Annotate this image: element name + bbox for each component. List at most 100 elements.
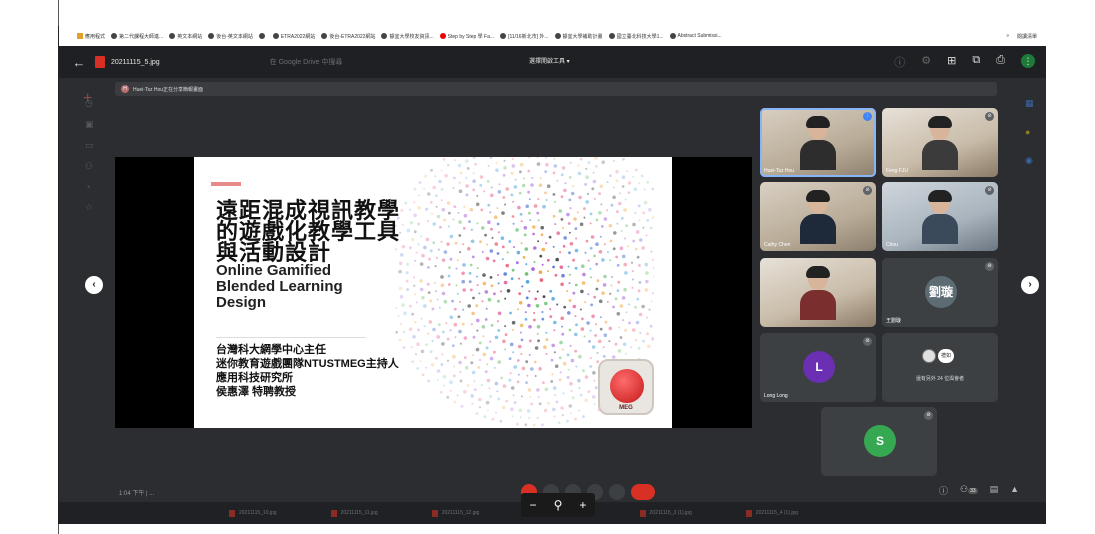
pattern-dot <box>471 370 476 375</box>
pattern-dot <box>620 217 624 220</box>
bookmark-item[interactable]: [11/16新北市] 外... <box>500 33 549 40</box>
pattern-dot <box>480 384 483 387</box>
add-to-drive-icon[interactable]: ⊞ <box>947 54 956 70</box>
bookmark-item[interactable] <box>258 33 267 39</box>
pattern-dot <box>530 367 534 371</box>
bookmark-item[interactable]: 國立臺北科技大學1... <box>608 33 664 40</box>
bookmark-item[interactable]: 應用程式 <box>77 33 105 40</box>
pattern-dot <box>453 322 458 327</box>
previous-image-button[interactable]: ‹ <box>85 276 103 294</box>
bookmark-item[interactable]: Step by Step 學 Fa... <box>439 33 494 40</box>
bookmark-item[interactable]: ETRA2022網站 <box>272 33 315 40</box>
bookmark-item[interactable]: 靜宜大學校友資訊... <box>381 33 434 40</box>
file-strip-item[interactable]: 20211115_10.jpg <box>229 509 277 517</box>
bookmark-item[interactable]: Abstract Submissi... <box>669 33 722 39</box>
pattern-dot <box>465 159 469 163</box>
file-strip-item[interactable]: 20211115_11.jpg <box>330 509 378 517</box>
file-strip-item[interactable]: 20211115_12.jpg <box>431 509 479 517</box>
pattern-dot <box>411 312 414 316</box>
bookmark-label: [11/16新北市] 外... <box>508 33 549 40</box>
participant-tile[interactable]: 劉璇 ⊘ 王劉璇 <box>882 258 998 327</box>
pattern-dot <box>414 293 417 296</box>
back-arrow-icon[interactable]: ← <box>67 55 91 70</box>
pattern-dot <box>627 191 631 194</box>
participant-tile[interactable] <box>760 258 876 327</box>
pattern-dot <box>472 188 476 192</box>
participant-tile[interactable]: ⊘ Cathy Chen <box>760 182 876 251</box>
pattern-dot <box>453 365 456 368</box>
file-strip-item[interactable]: 20211115_4 (1).jpg <box>745 509 798 517</box>
bookmark-item[interactable]: 後台-ETRA2022網站 <box>321 33 375 40</box>
participant-tile[interactable]: L ⊘ Long Long <box>760 333 876 402</box>
open-in-new-icon[interactable]: ⧉ <box>972 54 980 70</box>
pattern-dot <box>613 231 617 235</box>
bookmark-item[interactable]: 英文本網站 <box>169 33 202 40</box>
pattern-dot <box>510 277 514 281</box>
zoom-in-button[interactable]: + <box>579 498 586 512</box>
more-options-icon[interactable]: ⋮ <box>1021 54 1035 68</box>
pattern-dot <box>511 268 515 272</box>
pattern-dot <box>612 305 615 309</box>
bookmark-item[interactable]: 後台-英文本網站 <box>208 33 253 40</box>
pattern-dot <box>608 340 611 343</box>
open-with-button[interactable]: 選擇開啟工具 ▾ <box>529 56 570 65</box>
zoom-search-icon[interactable]: ⚲ <box>554 498 563 512</box>
bookmark-item[interactable]: 靜宜大學補助計畫 <box>554 33 603 40</box>
pattern-dot <box>499 419 503 423</box>
participant-avatar: L <box>803 351 835 383</box>
pattern-dot <box>569 344 572 347</box>
pattern-dot <box>423 325 426 328</box>
pattern-dot <box>554 364 559 368</box>
pattern-dot <box>475 304 479 308</box>
pattern-dot <box>609 259 612 262</box>
pattern-dot <box>572 304 577 309</box>
pattern-dot <box>526 374 529 377</box>
pattern-dot <box>569 207 572 210</box>
participant-tile[interactable]: ⫶ Huei-Tsz Hou <box>760 108 876 177</box>
pattern-dot <box>581 281 586 285</box>
pattern-dot <box>618 201 622 206</box>
pattern-dot <box>454 241 458 245</box>
pattern-dot <box>567 222 571 225</box>
mic-off-icon: ⊘ <box>985 262 994 271</box>
pattern-dot <box>546 270 549 273</box>
pattern-dot <box>497 397 501 401</box>
pattern-dot <box>599 327 603 331</box>
pattern-dot <box>585 200 589 204</box>
pattern-dot <box>591 314 595 319</box>
pattern-dot <box>602 355 606 358</box>
pattern-dot <box>408 327 413 331</box>
participant-tile[interactable]: ⊘ Chou <box>882 182 998 251</box>
pattern-dot <box>595 242 599 246</box>
pattern-dot <box>425 343 428 346</box>
bookmark-item[interactable]: 第二代課程大師進... <box>111 33 163 40</box>
participant-tile[interactable]: S ⊘ <box>821 407 937 476</box>
zoom-out-button[interactable]: − <box>530 498 537 512</box>
file-strip-label: 20211115_10.jpg <box>239 510 277 516</box>
pattern-dot <box>522 177 525 180</box>
pattern-dot <box>545 199 548 201</box>
reading-list-link[interactable]: 閱讀清單 <box>1017 33 1037 40</box>
pattern-dot <box>651 292 654 295</box>
pattern-dot <box>621 175 626 179</box>
pattern-dot <box>513 246 516 248</box>
more-bookmarks-icon[interactable]: » <box>1006 33 1009 40</box>
pattern-dot <box>534 346 539 350</box>
print-icon[interactable]: ⎙ <box>996 54 1005 70</box>
pattern-dot <box>434 175 437 178</box>
next-image-button[interactable]: › <box>1021 276 1039 294</box>
more-participants-tile[interactable]: 禮如 還有另外 24 位與會者 <box>882 333 998 402</box>
pattern-dot <box>420 349 425 354</box>
pattern-dot <box>570 191 575 196</box>
pattern-dot <box>587 293 590 296</box>
pattern-dot <box>504 297 507 300</box>
participant-video <box>922 116 958 170</box>
pattern-dot <box>561 226 564 229</box>
participant-tile[interactable]: ⊘ Feng FJU <box>882 108 998 177</box>
pattern-dot <box>560 316 564 321</box>
pattern-dot <box>533 261 536 263</box>
pattern-dot <box>528 416 531 419</box>
file-strip-item[interactable]: 20211115_3 (1).jpg <box>639 509 692 517</box>
pattern-dot <box>420 317 423 320</box>
pattern-dot <box>462 308 465 311</box>
